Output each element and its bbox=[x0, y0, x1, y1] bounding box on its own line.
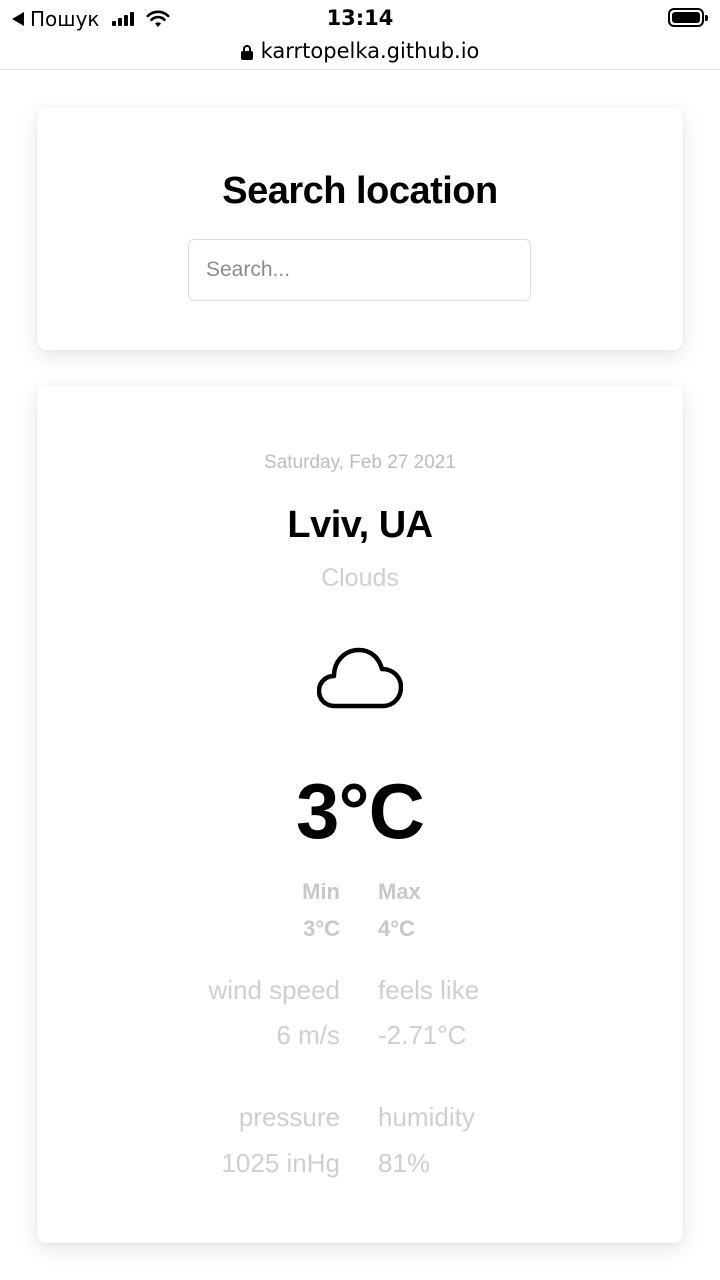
temperature: 3°C bbox=[296, 767, 425, 855]
feels-like-value: -2.71°C bbox=[378, 1020, 467, 1050]
address-bar[interactable]: karrtopelka.github.io bbox=[0, 32, 720, 70]
min-label: Min bbox=[302, 879, 340, 904]
feels-like-label: feels like bbox=[378, 975, 480, 1005]
search-title: Search location bbox=[222, 170, 498, 212]
search-input[interactable] bbox=[188, 239, 531, 301]
weather-condition: Clouds bbox=[321, 564, 399, 592]
battery-icon bbox=[668, 8, 708, 27]
weather-date: Saturday, Feb 27 2021 bbox=[264, 452, 456, 473]
min-value: 3°C bbox=[303, 916, 340, 941]
weather-card: Saturday, Feb 27 2021 Lviv, UA Clouds 3°… bbox=[37, 386, 683, 1243]
humidity-label: humidity bbox=[378, 1102, 475, 1132]
lock-icon bbox=[240, 44, 253, 60]
weather-city: Lviv, UA bbox=[287, 504, 433, 546]
pressure-value: 1025 inHg bbox=[221, 1148, 340, 1178]
status-bar: Пошук 13:14 bbox=[0, 0, 720, 36]
url-text: karrtopelka.github.io bbox=[260, 38, 480, 63]
max-value: 4°C bbox=[378, 916, 415, 941]
max-label: Max bbox=[378, 879, 421, 904]
wind-value: 6 m/s bbox=[276, 1020, 340, 1050]
search-card: Search location bbox=[37, 108, 683, 350]
pressure-label: pressure bbox=[238, 1102, 340, 1132]
wind-label: wind speed bbox=[208, 975, 340, 1005]
cloud-icon bbox=[317, 647, 403, 709]
clock: 13:14 bbox=[326, 6, 394, 30]
humidity-value: 81% bbox=[378, 1148, 431, 1178]
